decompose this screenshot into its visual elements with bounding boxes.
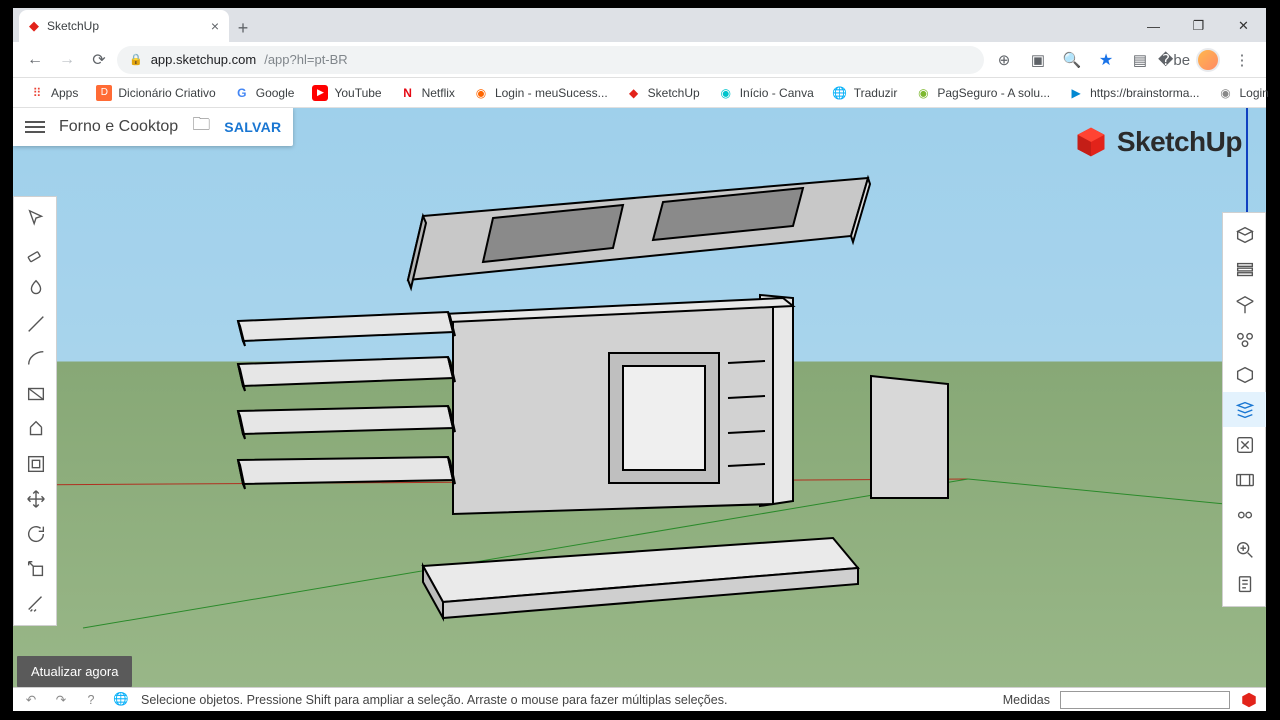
bookmark-dicionario[interactable]: DDicionário Criativo [88,81,223,105]
bookmark-star-icon[interactable]: ★ [1094,48,1118,72]
google-icon: G [234,85,250,101]
bookmark-netflix[interactable]: NNetflix [392,81,463,105]
bookmark-login[interactable]: ◉Login [1209,81,1276,105]
styles-panel[interactable] [1223,357,1266,392]
scenes-panel[interactable] [1223,462,1266,497]
reading-list-icon[interactable]: ▤ [1128,48,1152,72]
language-icon[interactable]: 🌐 [111,690,131,710]
sketchup-logo-icon [1073,124,1109,160]
sketchup-icon: ◆ [626,85,642,101]
bookmark-sketchup[interactable]: ◆SketchUp [618,81,708,105]
profile-avatar[interactable] [1196,48,1220,72]
arc-tool[interactable] [14,341,58,376]
install-icon[interactable]: ▣ [1026,48,1050,72]
bookmark-icon: ▶ [1068,85,1084,101]
tape-tool[interactable] [14,586,58,621]
bookmark-pagseguro[interactable]: ◉PagSeguro - A solu... [907,81,1058,105]
chrome-menu-icon[interactable]: ⋮ [1230,48,1254,72]
layers-panel[interactable] [1223,392,1266,427]
bookmark-icon: D [96,85,112,101]
pushpull-tool[interactable] [14,411,58,446]
update-banner[interactable]: Atualizar agora [17,656,132,687]
nav-forward-button[interactable]: → [53,46,81,74]
scale-tool[interactable] [14,551,58,586]
components-panel[interactable] [1223,287,1266,322]
toolbar-right [1222,212,1266,607]
save-button[interactable]: SALVAR [224,119,281,135]
status-bar: ↶ ↷ ? 🌐 Selecione objetos. Pressione Shi… [13,687,1266,711]
extensions-icon[interactable]: �be [1162,48,1186,72]
tab-strip: ◆ SketchUp × + — ❐ ✕ [13,8,1266,42]
measurement-input[interactable] [1060,691,1230,709]
netflix-icon: N [400,85,416,101]
app-header: Forno e Cooktop 🗀 SALVAR [13,108,293,146]
nav-reload-button[interactable]: ⟳ [85,46,113,74]
bookmark-canva[interactable]: ◉Início - Canva [710,81,822,105]
window-maximize[interactable]: ❐ [1176,10,1221,42]
status-hint: Selecione objetos. Pressione Shift para … [141,693,727,707]
brand-logo: SketchUp [1073,124,1242,160]
display-panel[interactable] [1223,427,1266,462]
apps-grid-icon: ⠿ [29,85,45,101]
url-host: app.sketchup.com [151,52,257,67]
sketchup-app: Forno e Cooktop 🗀 SALVAR SketchUp [13,108,1266,711]
window-minimize[interactable]: — [1131,10,1176,42]
outliner-panel[interactable] [1223,567,1266,602]
instructor-panel[interactable] [1223,252,1266,287]
measurement-label: Medidas [1003,693,1050,707]
undo-icon[interactable]: ↶ [21,690,41,710]
eraser-tool[interactable] [14,236,58,271]
new-tab-button[interactable]: + [229,14,257,42]
search-panel[interactable] [1223,532,1266,567]
bookmark-google[interactable]: GGoogle [226,81,303,105]
document-title[interactable]: Forno e Cooktop [59,118,178,136]
canva-icon: ◉ [718,85,734,101]
rotate-tool[interactable] [14,516,58,551]
bookmark-icon: ◉ [1217,85,1233,101]
bookmarks-bar: ⠿Apps DDicionário Criativo GGoogle ▶YouT… [13,78,1266,108]
bookmark-brainstorm[interactable]: ▶https://brainstorma... [1060,81,1207,105]
offset-tool[interactable] [14,446,58,481]
redo-icon[interactable]: ↷ [51,690,71,710]
chrome-window: ◆ SketchUp × + — ❐ ✕ ← → ⟳ 🔒 app.sketchu… [13,8,1266,711]
help-icon[interactable]: ? [81,690,101,710]
sketchup-favicon: ◆ [29,18,39,34]
rectangle-tool[interactable] [14,376,58,411]
bookmark-icon: ◉ [915,85,931,101]
address-actions: ⊕ ▣ 🔍 ★ ▤ �be ⋮ [988,48,1258,72]
viewport-canvas[interactable] [13,108,1266,711]
bookmark-youtube[interactable]: ▶YouTube [304,81,389,105]
tab-close-icon[interactable]: × [211,18,219,34]
window-close[interactable]: ✕ [1221,10,1266,42]
window-controls: — ❐ ✕ [1131,10,1266,42]
bookmark-login-meusucess[interactable]: ◉Login - meuSucess... [465,81,616,105]
paint-tool[interactable] [14,271,58,306]
address-bar[interactable]: 🔒 app.sketchup.com/app?hl=pt-BR [117,46,984,74]
translate-icon: 🌐 [832,85,848,101]
address-row: ← → ⟳ 🔒 app.sketchup.com/app?hl=pt-BR ⊕ … [13,42,1266,78]
toolbar-left [13,196,57,626]
brand-text: SketchUp [1117,126,1242,158]
folder-icon[interactable]: 🗀 [192,112,210,142]
select-tool[interactable] [14,201,58,236]
url-path: /app?hl=pt-BR [264,52,347,67]
zoom-icon[interactable]: ⊕ [992,48,1016,72]
browser-tab[interactable]: ◆ SketchUp × [19,10,229,42]
sketchup-corner-logo-icon [1240,691,1258,709]
line-tool[interactable] [14,306,58,341]
bookmark-traduzir[interactable]: 🌐Traduzir [824,81,906,105]
views-panel[interactable] [1223,497,1266,532]
bookmark-icon: ◉ [473,85,489,101]
entity-info-panel[interactable] [1223,217,1266,252]
search-icon[interactable]: 🔍 [1060,48,1084,72]
bookmark-apps[interactable]: ⠿Apps [21,81,86,105]
menu-hamburger-icon[interactable] [25,121,45,133]
nav-back-button[interactable]: ← [21,46,49,74]
youtube-icon: ▶ [312,85,328,101]
lock-icon: 🔒 [129,53,143,66]
move-tool[interactable] [14,481,58,516]
tab-title: SketchUp [47,19,99,33]
materials-panel[interactable] [1223,322,1266,357]
